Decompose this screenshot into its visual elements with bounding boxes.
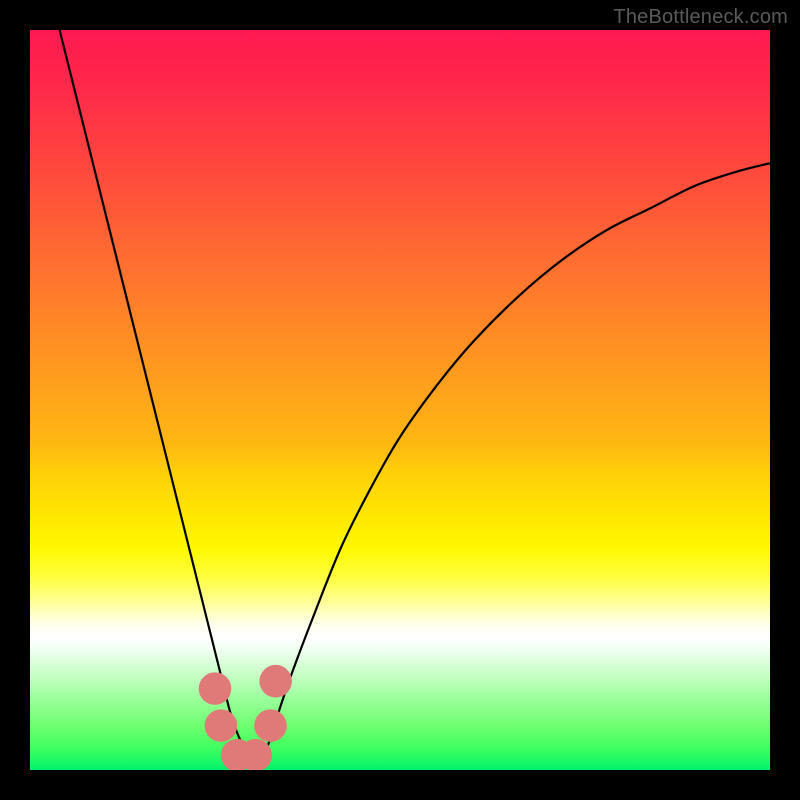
watermark-text: TheBottleneck.com bbox=[613, 6, 788, 29]
chart-svg bbox=[30, 30, 770, 770]
marker-left-upper bbox=[199, 672, 232, 705]
plot-area bbox=[30, 30, 770, 770]
marker-left-lower bbox=[205, 709, 238, 742]
marker-right-upper bbox=[259, 665, 292, 698]
bottleneck-curve bbox=[60, 30, 770, 756]
chart-frame: TheBottleneck.com bbox=[0, 0, 800, 800]
marker-right-lower bbox=[254, 709, 287, 742]
markers-group bbox=[199, 665, 292, 770]
marker-floor-right bbox=[239, 739, 272, 770]
